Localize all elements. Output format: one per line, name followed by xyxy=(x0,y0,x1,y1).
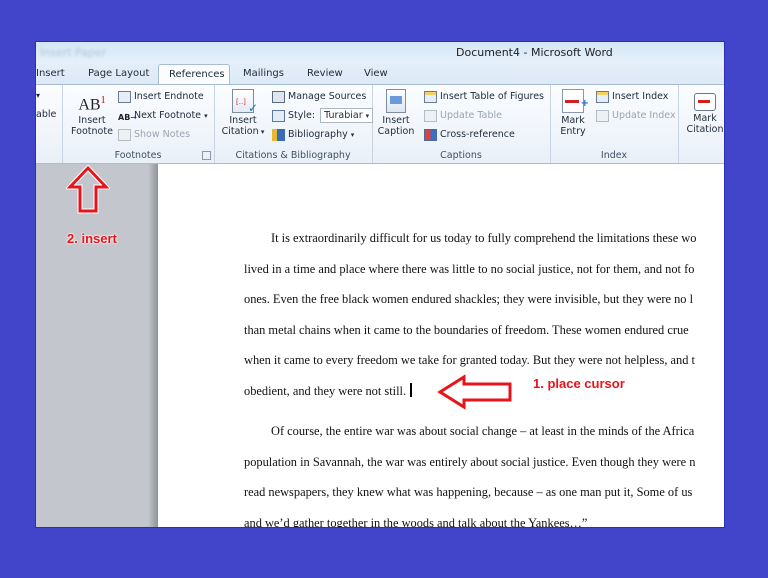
ribbon: ▾ able AB1 Insert Footnote Insert Endnot… xyxy=(36,85,724,164)
ribbon-tabs: Insert Page Layout References Mailings R… xyxy=(36,64,724,85)
update-table-button[interactable]: Update Table xyxy=(424,108,502,123)
cross-reference-label: Cross-reference xyxy=(440,129,515,140)
document-line: than metal chains when it came to the bo… xyxy=(244,322,689,337)
insert-endnote-button[interactable]: Insert Endnote xyxy=(118,89,204,104)
document-line: and we’d gather together in the woods an… xyxy=(244,515,588,528)
dropdown-arrow-icon[interactable]: ▾ xyxy=(36,88,40,103)
insert-index-icon xyxy=(596,90,609,103)
bibliography-label: Bibliography xyxy=(288,129,348,140)
tab-references[interactable]: References xyxy=(158,64,230,84)
group-captions: Insert Caption Insert Table of Figures U… xyxy=(372,85,551,163)
chevron-down-icon: ▾ xyxy=(258,128,265,136)
insert-caption-icon xyxy=(386,89,406,113)
style-icon xyxy=(272,109,285,122)
chevron-down-icon: ▾ xyxy=(350,131,355,139)
footnote-icon-sup: 1 xyxy=(100,95,106,106)
document-line: lived in a time and place where there wa… xyxy=(244,261,695,276)
mark-entry-label: Mark Entry xyxy=(560,115,586,137)
group-footnotes: AB1 Insert Footnote Insert Endnote AB→Ne… xyxy=(62,85,215,163)
insert-table-of-figures-button[interactable]: Insert Table of Figures xyxy=(424,89,544,104)
cross-reference-button[interactable]: Cross-reference xyxy=(424,127,515,142)
page-shadow xyxy=(148,164,158,527)
step-2-annotation: 2. insert xyxy=(67,231,117,246)
citations-group-label: Citations & Bibliography xyxy=(235,150,351,161)
footnote-icon-text: AB xyxy=(78,96,101,114)
style-label: Style: xyxy=(288,110,316,121)
update-index-button[interactable]: Update Index xyxy=(596,108,676,123)
document-line: It is extraordinarily difficult for us t… xyxy=(271,231,697,245)
chevron-down-icon: ▾ xyxy=(204,112,208,120)
title-bar-ghost-text: Insert Paper xyxy=(40,46,107,59)
update-index-icon xyxy=(596,109,609,122)
manage-sources-label: Manage Sources xyxy=(288,91,367,102)
mark-entry-button[interactable]: + Mark Entry xyxy=(556,89,590,137)
update-table-label: Update Table xyxy=(440,110,502,121)
insert-citation-button[interactable]: [..] ✓ Insert Citation ▾ xyxy=(218,89,268,138)
insert-citation-icon: [..] ✓ xyxy=(232,89,258,114)
insert-index-label: Insert Index xyxy=(612,91,669,102)
document-page[interactable]: It is extraordinarily difficult for us t… xyxy=(158,164,724,527)
style-dropdown[interactable]: Turabiar ▾ xyxy=(320,108,374,123)
show-notes-button[interactable]: Show Notes xyxy=(118,127,190,142)
group-citations-bibliography: [..] ✓ Insert Citation ▾ Manage Sources … xyxy=(214,85,374,163)
dialog-launcher-icon[interactable] xyxy=(202,151,211,160)
document-line: population in Savannah, the war was enti… xyxy=(244,454,696,469)
document-line: when it came to every freedom we take fo… xyxy=(244,353,695,367)
update-index-label: Update Index xyxy=(612,110,676,121)
footnotes-group-label: Footnotes xyxy=(114,150,162,161)
update-table-icon xyxy=(424,109,437,122)
index-group-label: Index xyxy=(600,150,628,161)
document-line: ones. Even the free black women endured … xyxy=(244,292,694,306)
up-arrow-annotation-icon xyxy=(66,165,110,214)
bibliography-button[interactable]: Bibliography ▾ xyxy=(272,127,354,142)
style-value: Turabiar xyxy=(324,110,363,121)
window-title: Document4 - Microsoft Word xyxy=(456,46,613,59)
endnote-icon xyxy=(118,90,131,103)
insert-footnote-button[interactable]: AB1 Insert Footnote xyxy=(68,89,116,137)
document-line: Of course, the entire war was about soci… xyxy=(271,424,695,438)
tab-view[interactable]: View xyxy=(364,68,388,79)
mark-citation-icon xyxy=(694,93,716,111)
insert-caption-label: Insert Caption xyxy=(377,115,415,137)
chevron-down-icon: ▾ xyxy=(365,112,370,120)
mark-citation-label: Mark Citation xyxy=(686,113,724,135)
document-line: read newspapers, they knew what was happ… xyxy=(244,485,693,499)
next-footnote-label: Next Footnote xyxy=(134,110,202,121)
title-bar: Insert Paper Document4 - Microsoft Word xyxy=(36,42,724,64)
show-notes-label: Show Notes xyxy=(134,129,191,140)
footnote-icon: AB1 xyxy=(74,89,110,113)
tab-insert[interactable]: Insert xyxy=(36,68,65,79)
insert-index-button[interactable]: Insert Index xyxy=(596,89,668,104)
document-line-text: obedient, and they were not still. xyxy=(244,383,407,398)
tab-review[interactable]: Review xyxy=(307,68,343,79)
manage-sources-button[interactable]: Manage Sources xyxy=(272,89,366,104)
group-table-of-authorities-partial: Mark Citation xyxy=(678,85,724,163)
word-window: Insert Paper Document4 - Microsoft Word … xyxy=(35,41,725,528)
insert-endnote-label: Insert Endnote xyxy=(134,91,204,102)
group-table-of-contents-partial: ▾ able xyxy=(36,85,63,163)
tab-mailings[interactable]: Mailings xyxy=(243,68,284,79)
document-left-margin xyxy=(36,164,156,527)
next-footnote-icon: AB→ xyxy=(118,112,137,122)
insert-footnote-label: Insert Footnote xyxy=(71,115,113,137)
style-row: Style: Turabiar ▾ xyxy=(272,108,374,123)
insert-citation-label: Insert Citation xyxy=(221,115,259,137)
tab-page-layout[interactable]: Page Layout xyxy=(88,68,149,79)
group-index: + Mark Entry Insert Index Update Index I… xyxy=(550,85,679,163)
step-1-annotation: 1. place cursor xyxy=(533,376,625,391)
insert-table-of-figures-label: Insert Table of Figures xyxy=(440,91,544,102)
next-footnote-button[interactable]: AB→Next Footnote ▾ xyxy=(118,108,208,123)
left-arrow-annotation-icon xyxy=(436,373,513,411)
insert-caption-button[interactable]: Insert Caption xyxy=(376,89,416,137)
bibliography-icon xyxy=(272,128,285,141)
manage-sources-icon xyxy=(272,90,285,103)
mark-entry-icon: + xyxy=(562,89,589,113)
cross-reference-icon xyxy=(424,128,437,141)
table-of-contents-button[interactable]: able xyxy=(36,107,56,122)
text-cursor xyxy=(410,382,413,397)
captions-group-label: Captions xyxy=(440,150,482,161)
mark-citation-button[interactable]: Mark Citation xyxy=(682,89,724,135)
table-of-figures-icon xyxy=(424,90,437,103)
show-notes-icon xyxy=(118,128,131,141)
